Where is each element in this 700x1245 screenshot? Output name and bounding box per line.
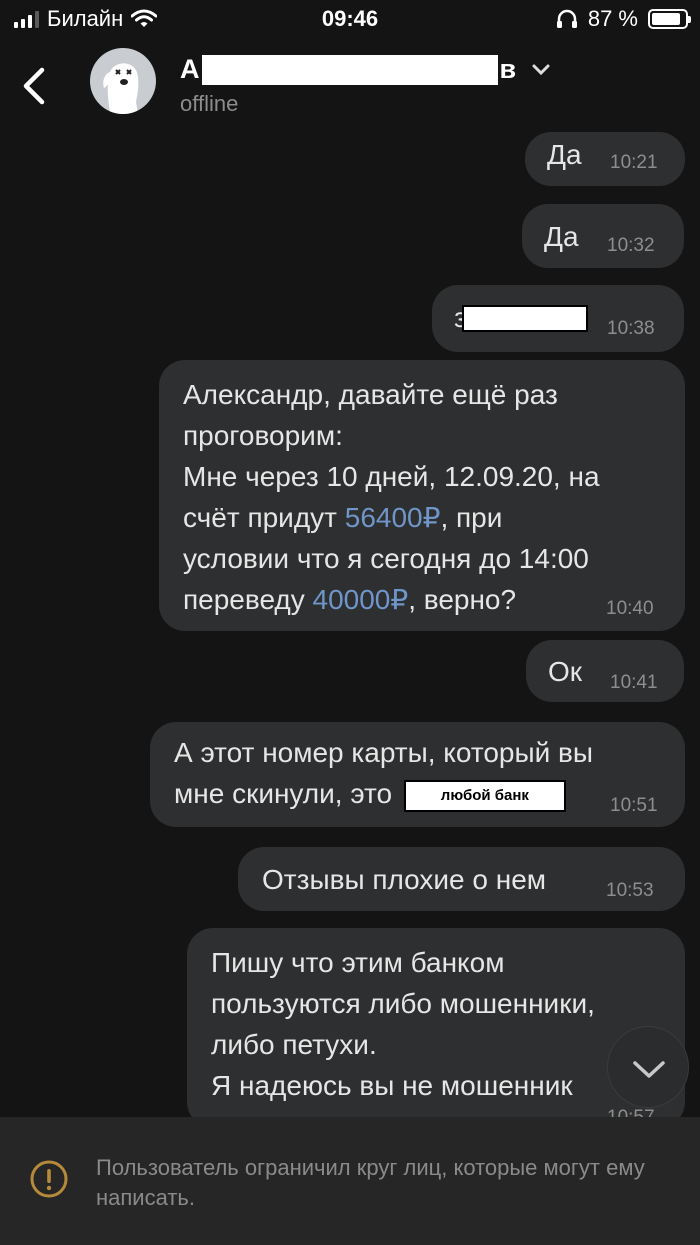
message-list[interactable]: Да 10:21 Да 10:32 з 10:38 Александр, дав… — [0, 132, 700, 1117]
message-time: 10:41 — [610, 672, 658, 693]
message-bubble[interactable]: Ок 10:41 — [526, 640, 684, 702]
name-redaction — [201, 54, 498, 85]
chat-header: А в offline — [0, 40, 700, 132]
avatar[interactable] — [90, 48, 156, 114]
restriction-notice: Пользователь ограничил круг лиц, которые… — [96, 1155, 645, 1210]
message-bubble[interactable]: Да 10:21 — [525, 132, 685, 186]
contact-name-start: А — [180, 54, 200, 84]
message-time: 10:32 — [607, 235, 655, 256]
battery-icon — [648, 9, 691, 29]
amount-link[interactable]: 40000₽ — [313, 584, 409, 615]
message-bubble[interactable]: з 10:38 — [432, 285, 684, 352]
status-bar: Билайн 09:46 87 % — [0, 0, 700, 40]
message-text: Да — [547, 139, 582, 170]
contact-name[interactable]: А в — [180, 54, 550, 85]
message-text: А этот номер карты, который вы мне скину… — [174, 732, 679, 814]
carrier-group: Билайн — [14, 6, 158, 32]
message-text: Да — [544, 221, 579, 252]
message-bubble[interactable]: А этот номер карты, который вы мне скину… — [150, 722, 685, 827]
contact-name-end: в — [499, 54, 517, 84]
bank-redaction-label: любой банк — [403, 779, 566, 812]
amount-link[interactable]: 56400₽ — [345, 502, 441, 533]
warning-icon — [30, 1160, 68, 1198]
message-time: 10:21 — [610, 152, 658, 173]
message-time: 10:53 — [606, 880, 654, 901]
message-text: Александр, давайте ещё раз проговорим: М… — [183, 379, 600, 615]
scroll-down-icon — [633, 1061, 665, 1078]
message-text: Ок — [548, 656, 583, 687]
message-redaction — [462, 305, 588, 332]
carrier-name: Билайн — [47, 6, 124, 31]
chevron-down-icon[interactable] — [532, 64, 550, 76]
status-right: 87 % — [556, 6, 691, 32]
dog-avatar-icon — [103, 63, 139, 114]
message-time: 10:51 — [610, 795, 658, 816]
message-text: Отзывы плохие о нем — [262, 864, 547, 895]
message-text: Пишу что этим банком пользуются либо мош… — [211, 947, 595, 1101]
headphones-icon — [556, 9, 577, 28]
back-arrow-icon[interactable] — [18, 64, 50, 108]
scroll-down-button[interactable] — [607, 1026, 689, 1108]
presence-status: offline — [180, 91, 239, 116]
message-bubble[interactable]: Отзывы плохие о нем 10:53 — [238, 847, 685, 911]
message-time: 10:57 — [607, 1108, 655, 1118]
restriction-footer: Пользователь ограничил круг лиц, которые… — [0, 1117, 700, 1245]
signal-icon — [14, 10, 39, 28]
wifi-icon — [131, 9, 158, 27]
message-bubble[interactable]: Александр, давайте ещё раз проговорим: М… — [159, 360, 685, 631]
message-time: 10:40 — [606, 598, 654, 619]
message-time: 10:38 — [607, 318, 655, 339]
message-bubble[interactable]: Да 10:32 — [522, 204, 684, 268]
battery-percent: 87 % — [587, 6, 638, 31]
